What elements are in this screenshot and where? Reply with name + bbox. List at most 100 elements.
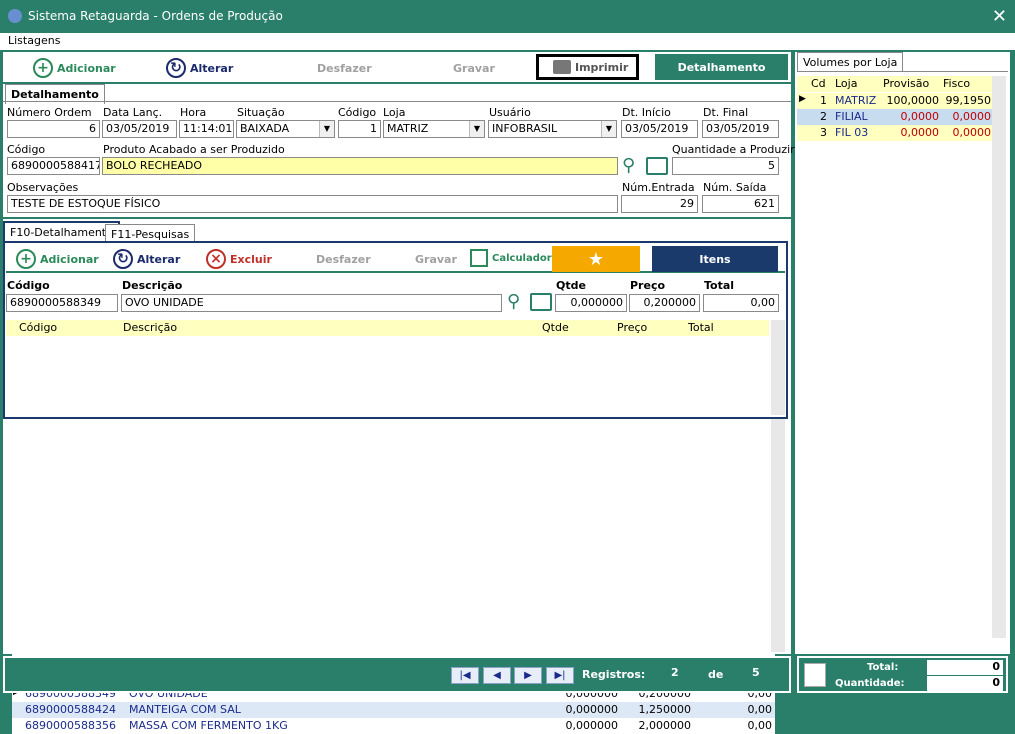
items-toolbar: + Adicionar ↻ Alterar × Excluir Desfazer… [6, 245, 785, 273]
dt-final-field[interactable]: 03/05/2019 [702, 120, 779, 138]
item-qtde-field[interactable]: 0,000000 [555, 294, 627, 312]
list-icon[interactable] [646, 157, 668, 175]
volumes-row[interactable]: 2 FILIAL 0,0000 0,0000 [797, 109, 992, 125]
label-usuario: Usuário [489, 106, 531, 119]
item-total-field[interactable]: 0,00 [703, 294, 779, 312]
numero-ordem-field[interactable]: 6 [7, 120, 100, 138]
main-toolbar: + Adicionar ↻ Alterar Desfazer Gravar Im… [3, 52, 791, 84]
header-total[interactable]: Total [688, 321, 714, 334]
header-codigo[interactable]: Código [19, 321, 57, 334]
scrollbar[interactable] [771, 419, 785, 652]
header-fisco[interactable]: Fisco [943, 77, 970, 90]
list-icon[interactable] [530, 293, 552, 311]
divider [3, 217, 791, 219]
label-num-saida: Núm. Saída [703, 181, 767, 194]
data-lanc-field[interactable]: 03/05/2019 [102, 120, 177, 138]
hora-field[interactable]: 11:14:01 [179, 120, 234, 138]
item-codigo-field[interactable]: 6890000588349 [6, 294, 118, 312]
next-record-icon[interactable]: ▶ [514, 667, 542, 684]
produto-field[interactable]: BOLO RECHEADO [102, 157, 618, 175]
registro-atual: 2 [671, 666, 679, 679]
num-entrada-field[interactable]: 29 [621, 195, 698, 213]
label-produto: Produto Acabado a ser Produzido [103, 143, 285, 156]
calculator-icon [470, 249, 488, 267]
divider [797, 71, 1008, 72]
header-preco[interactable]: Preço [617, 321, 647, 334]
cell-preco: 1,250000 [638, 703, 692, 716]
scrollbar[interactable] [992, 76, 1006, 638]
app-icon [8, 9, 22, 23]
cell-total: 0,00 [747, 703, 773, 716]
edit-button[interactable]: ↻ Alterar [166, 58, 233, 78]
label-loja: Loja [383, 106, 406, 119]
undo-button[interactable]: Desfazer [317, 62, 372, 75]
edit-icon: ↻ [113, 249, 133, 269]
cell-provisao: 0,0000 [900, 110, 940, 123]
cell-fisco: 0,0000 [952, 126, 992, 139]
cell-loja: FILIAL [835, 110, 868, 123]
search-icon[interactable]: ⚲ [622, 155, 635, 176]
prev-record-icon[interactable]: ◀ [483, 667, 511, 684]
chevron-down-icon[interactable]: ▼ [469, 121, 484, 137]
item-add-button[interactable]: + Adicionar [16, 249, 99, 269]
scrollbar[interactable] [771, 320, 785, 415]
codigo-loja-field[interactable]: 1 [338, 120, 381, 138]
label-item-codigo: Código [7, 279, 50, 292]
header-loja[interactable]: Loja [835, 77, 857, 90]
usuario-select[interactable]: INFOBRASIL ▼ [488, 120, 617, 138]
tab-f10-detalhamento[interactable]: F10-Detalhamento [3, 221, 120, 242]
table-row[interactable]: 6890000588356 MASSA COM FERMENTO 1KG 0,000… [12, 718, 775, 734]
observacoes-field[interactable]: TESTE DE ESTOQUE FÍSICO [7, 195, 618, 213]
last-record-icon[interactable]: ▶| [546, 667, 574, 684]
add-button[interactable]: + Adicionar [33, 58, 116, 78]
cell-loja: FIL 03 [835, 126, 869, 139]
items-tab-button[interactable]: Itens [652, 246, 778, 272]
chevron-down-icon[interactable]: ▼ [601, 121, 616, 137]
qtd-produzir-field[interactable]: 5 [672, 157, 779, 175]
tab-volumes-por-loja[interactable]: Volumes por Loja [797, 52, 904, 72]
total-label: Total: [867, 662, 899, 673]
menu-bar: Listagens [0, 33, 1015, 50]
chevron-down-icon[interactable]: ▼ [319, 121, 334, 137]
row-pointer-icon: ▶ [799, 94, 806, 104]
first-record-icon[interactable]: |◀ [451, 667, 479, 684]
cell-codigo: 6890000588424 [25, 703, 116, 716]
detail-tab-button[interactable]: Detalhamento [655, 54, 788, 80]
loja-select[interactable]: MATRIZ ▼ [383, 120, 485, 138]
footer-nav: |◀ ◀ ▶ ▶| Registros: 2 de 5 [3, 656, 791, 693]
num-saida-field[interactable]: 621 [702, 195, 779, 213]
table-row[interactable]: 6890000588424 MANTEIGA COM SAL 0,000000 1,2… [12, 702, 775, 718]
item-edit-button[interactable]: ↻ Alterar [113, 249, 180, 269]
plus-icon: + [33, 58, 53, 78]
search-icon[interactable]: ⚲ [507, 291, 520, 312]
item-preco-field[interactable]: 0,200000 [629, 294, 700, 312]
window-title: Sistema Retaguarda - Ordens de Produção [28, 9, 283, 23]
item-descricao-field[interactable]: OVO UNIDADE [121, 294, 502, 312]
item-undo-button[interactable]: Desfazer [316, 253, 371, 266]
situacao-select[interactable]: BAIXADA ▼ [236, 120, 335, 138]
save-button[interactable]: Gravar [453, 62, 495, 75]
header-qtde[interactable]: Qtde [542, 321, 569, 334]
quantidade-label: Quantidade: [835, 678, 905, 689]
volumes-row[interactable]: 3 FIL 03 0,0000 0,0000 [797, 125, 992, 141]
header-cd[interactable]: Cd [811, 77, 826, 90]
volumes-row[interactable]: ▶ 1 MATRIZ 100,0000 99,1950 [797, 93, 992, 109]
label-item-total: Total [704, 279, 735, 292]
item-delete-button[interactable]: × Excluir [206, 249, 272, 269]
label-numero-ordem: Número Ordem [7, 106, 92, 119]
dt-inicio-field[interactable]: 03/05/2019 [621, 120, 698, 138]
print-button[interactable]: Imprimir [536, 54, 639, 80]
label-situacao: Situação [237, 106, 285, 119]
total-value: 0 [927, 660, 1003, 675]
header-provisao[interactable]: Provisão [883, 77, 929, 90]
close-icon[interactable]: ✕ [992, 6, 1007, 27]
header-descricao[interactable]: Descrição [123, 321, 177, 334]
menu-listagens[interactable]: Listagens [8, 34, 60, 47]
quantidade-value: 0 [927, 676, 1003, 691]
item-save-button[interactable]: Gravar [415, 253, 457, 266]
calculator-button[interactable]: Calculadora [470, 249, 558, 267]
label-item-preco: Preço [630, 279, 666, 292]
registros-label: Registros: [582, 668, 646, 681]
favorite-button[interactable]: ★ [552, 246, 640, 272]
codigo-field[interactable]: 6890000588417 [7, 157, 100, 175]
